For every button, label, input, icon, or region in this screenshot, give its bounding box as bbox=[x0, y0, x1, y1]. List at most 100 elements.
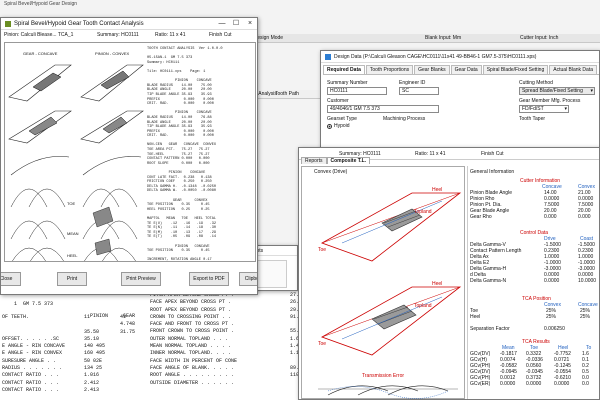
report-right-row: MEAN NORMAL TOPLAND . . . . 1.41 bbox=[150, 343, 320, 350]
tca-window: Spiral Bevel/Hypoid Gear Tooth Contact A… bbox=[0, 17, 258, 295]
report-header-id: 1 bbox=[14, 301, 18, 308]
report-left-v1: 35.10 bbox=[84, 335, 100, 342]
plot1-toe: Toe bbox=[318, 247, 327, 253]
customer-label: Customer bbox=[327, 98, 349, 104]
report-right-label: FACE WIDTH IN PERCENT OF CONE bbox=[150, 357, 238, 364]
plot-head-gear: GEAR - CONCAVE bbox=[23, 51, 58, 56]
info-row-label: Gear Rho bbox=[470, 214, 492, 220]
print-button[interactable]: Print bbox=[57, 272, 87, 286]
gear-member-label: Gear Member Mfg. Process bbox=[519, 98, 581, 104]
report-right-row: ROOT ANGLE . . . . . . . . .110 54 bbox=[150, 372, 320, 379]
report-right-row: FACE APEX BEYOND CROSS PT .26.29 bbox=[150, 299, 320, 306]
tab-tooth-path[interactable]: Tooth Path bbox=[275, 91, 299, 97]
engineer-id-label: Engineer ID bbox=[399, 80, 426, 86]
info-row: Delta Gamma-N 0.0000 10.0000 bbox=[468, 278, 599, 284]
report-right-row: FRONT CROWN TO CROSS POINT .55.12 bbox=[150, 328, 320, 335]
tca-report-text: TOOTH CONTACT ANALYSIS Ver 1.0.0.0 05-15A… bbox=[147, 47, 255, 261]
summary-number-label: Summary Number bbox=[327, 80, 368, 86]
tab-composite-tl[interactable]: Composite T.L. bbox=[326, 157, 371, 164]
design-icon bbox=[325, 53, 331, 60]
contact-result-window: Summary: HC0111 Ratio: 11 x 41 Finish Cu… bbox=[298, 147, 600, 400]
contact-plot-panel: Convex (Drive) Toe Heel Topland Toe Heel… bbox=[301, 166, 465, 399]
print-preview-button[interactable]: Print Preview bbox=[121, 272, 161, 286]
tab-reports[interactable]: Reports bbox=[301, 157, 327, 164]
radio-icon bbox=[327, 123, 332, 129]
report-left-row: E ANGLE - RIN CONVEX 160 495 bbox=[2, 350, 142, 357]
gear-contact-top bbox=[32, 72, 62, 92]
report-left-row: OFFSET. . . . . .SC 35.10 bbox=[2, 336, 142, 343]
report-right-label: CROWN TO CROSSING POINT . . bbox=[150, 313, 232, 320]
tca-button-bar: Close Print Print Preview Export to PDF … bbox=[1, 266, 257, 294]
report-left-row: SURESURE ANGLE . . 50 02E bbox=[2, 358, 142, 365]
plot-head-pinion: PINION - CONVEX bbox=[95, 51, 130, 56]
report-right-label: OUTSIDE DIAMETER . . . . . . bbox=[150, 379, 235, 386]
report-right-row: FACE WIDTH IN PERCENT OF CONE bbox=[150, 358, 320, 365]
tab-required-data[interactable]: Required Data bbox=[323, 65, 365, 74]
report-left-label: RADIUS . . . . . . . bbox=[2, 365, 63, 372]
axis-line-1 bbox=[321, 192, 461, 244]
hypoid-radio[interactable]: Hypoid bbox=[327, 123, 350, 129]
tab-spiral-blade[interactable]: Spiral Blade/Fixed Setting bbox=[482, 65, 549, 74]
path-line-1 bbox=[341, 200, 443, 244]
cutting-method-label: Cutting Method bbox=[519, 80, 553, 86]
tab-actual-blank-data[interactable]: Actual Blank Data bbox=[549, 65, 597, 74]
report-right-label: FACE ANGLE OF BLANK. . . . . bbox=[150, 364, 235, 371]
report-left-v1: 35.50 bbox=[84, 328, 100, 335]
tooth-taper-label: Tooth Taper bbox=[519, 116, 546, 122]
report-right-row: INNER NORMAL TOPLAND. . . . 1.15 bbox=[150, 350, 320, 357]
plot1-topland: Topland bbox=[414, 209, 432, 215]
engineer-id-field[interactable]: SC bbox=[399, 87, 439, 95]
plot1-heel: Heel bbox=[432, 187, 443, 193]
design-tabs: Required Data Tooth Proportions Gear Blank… bbox=[323, 65, 598, 74]
general-info-panel: General Information Cutter Information C… bbox=[467, 166, 599, 399]
report-left-row: 35.50 31.75 bbox=[2, 329, 142, 336]
tca-app-icon bbox=[5, 20, 11, 27]
close-icon[interactable]: × bbox=[243, 18, 257, 29]
customer-field[interactable]: 49/4046/1 GM 7.5 373 bbox=[327, 105, 439, 113]
info-row-value: 0.000 bbox=[544, 214, 557, 220]
tab-gear-blanks[interactable]: Gear Blanks bbox=[414, 65, 450, 74]
export-pdf-button[interactable]: Export to PDF bbox=[189, 272, 229, 286]
summary-number-field[interactable]: HC0111 bbox=[327, 87, 387, 95]
info-row-label: Delta Gamma-N bbox=[470, 278, 507, 284]
info-row-value: 0.0000 bbox=[554, 381, 570, 387]
report-left-row: CONTACT RATIO . . . 2.412 bbox=[2, 380, 142, 387]
plot2-heel: Heel bbox=[432, 281, 443, 287]
te-toe-right bbox=[82, 188, 138, 208]
report-left-row: 4.748 bbox=[2, 321, 142, 328]
info-row-value: 0.0 bbox=[582, 381, 589, 387]
close-button[interactable]: Close bbox=[1, 272, 21, 286]
report-left-label: CONTACT RATIO . . . bbox=[2, 372, 60, 379]
separation-factor-value: 0.006250 bbox=[544, 326, 565, 332]
info-row-label: Heel bbox=[470, 314, 481, 320]
cutting-method-select[interactable]: Spread Blade/Fixed Setting ▾ bbox=[519, 87, 595, 95]
side-label-mean: MEAN bbox=[67, 231, 79, 236]
minimize-icon[interactable]: — bbox=[215, 18, 229, 29]
report-right-row: FACE ANGLE OF BLANK. . . . .89.44 bbox=[150, 365, 320, 372]
report-left-v1: 2.413 bbox=[84, 386, 100, 393]
report-left-row: OF TEETH. 11 41 bbox=[2, 314, 142, 321]
toolbar-label-cutter: Cutter Input: Inch bbox=[520, 35, 559, 41]
separation-factor-label: Separation Factor bbox=[470, 326, 510, 332]
gear-member-select[interactable]: FD/Fd/ST ▾ bbox=[519, 105, 569, 113]
tab-tooth-proportions[interactable]: Tooth Proportions bbox=[365, 65, 414, 74]
report-left-row: CONTACT RATIO . . . 2.413 bbox=[2, 387, 142, 394]
info-row-value: 10.0000 bbox=[578, 278, 597, 284]
contact-pattern-plot-2 bbox=[321, 286, 462, 356]
maximize-icon[interactable]: ☐ bbox=[229, 18, 243, 29]
info-row-value: 0.000 bbox=[578, 214, 591, 220]
info-row-value: 0.0000 bbox=[526, 381, 542, 387]
info-row-label: GCv(ER) bbox=[470, 381, 491, 387]
tab-gear-data[interactable]: Gear Data bbox=[450, 65, 482, 74]
position-rows: Toe 25% 25% Heel 25% 25% bbox=[468, 308, 599, 320]
te-heel-left bbox=[12, 247, 64, 261]
info-row-value: 0.0000 bbox=[544, 278, 560, 284]
report-right-label: MEAN NORMAL TOPLAND . . . . bbox=[150, 343, 232, 350]
report-left-label: E ANGLE - RIN CONVEX bbox=[2, 350, 63, 357]
report-right-row: ROOT APEX BEYOND CROSS PT .29.67 bbox=[150, 307, 320, 314]
clipboard-copy-button[interactable]: Clipboard Copy bbox=[239, 272, 257, 286]
tca-preview-page: GEAR - CONCAVE PINION - CONVEX TOE MEAN … bbox=[4, 42, 256, 262]
results-rows: GCv(DV) -0.1817 0.3322 -0.7752 1.6 GCv(H) 0.00… bbox=[468, 351, 599, 387]
report-left-v1: 140 495 bbox=[84, 343, 106, 350]
design-data-window: Design Data (P:\Calculi Gleason CAGE\HC0… bbox=[320, 50, 600, 160]
